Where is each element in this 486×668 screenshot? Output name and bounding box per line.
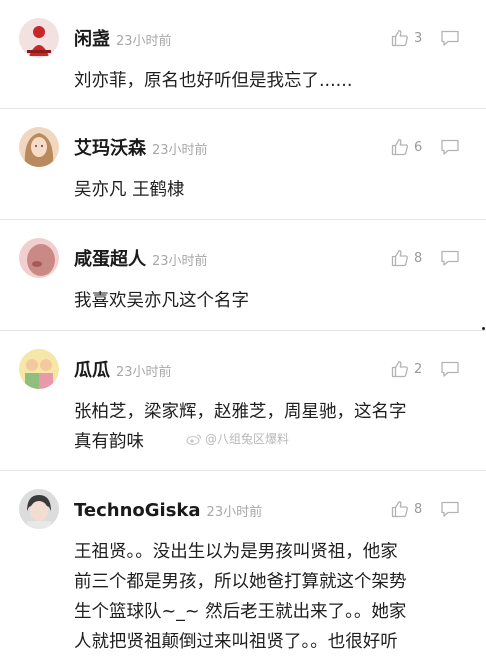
comment-text: 我喜欢吴亦凡这个名字: [74, 291, 249, 311]
comment-bubble-icon[interactable]: [440, 138, 460, 156]
like-count: 6: [414, 139, 423, 155]
watermark: @八组兔区爆料: [186, 430, 289, 447]
watermark-text: @八组兔区爆料: [205, 432, 290, 446]
username[interactable]: TechnoGiska: [74, 498, 201, 524]
comment-text: 吴亦凡 王鹤棣: [74, 180, 185, 200]
thumbs-up-icon[interactable]: [390, 359, 410, 379]
comment-text: 张柏芝，梁家辉，赵雅芝，周星驰，这名字 真有韵味: [74, 402, 407, 452]
comment-list: 闲盏 23小时前 3 刘亦菲，原名也好听但是我忘了...... 艾玛沃森 23小…: [0, 0, 486, 668]
comment-item: 瓜瓜 23小时前 2 张柏芝，梁家辉，赵雅芝，周星驰，这名字 真有韵味: [0, 331, 486, 471]
avatar-image: [19, 238, 59, 278]
timestamp: 23小时前: [116, 34, 172, 49]
avatar-image: [19, 349, 59, 389]
username[interactable]: 艾玛沃森: [74, 136, 146, 162]
avatar-image: [19, 127, 59, 167]
timestamp: 23小时前: [116, 365, 172, 380]
avatar[interactable]: [19, 18, 59, 58]
avatar[interactable]: [19, 489, 59, 529]
thumbs-up-icon[interactable]: [390, 137, 410, 157]
like-count: 2: [414, 361, 423, 377]
comment-text: 王祖贤。。没出生以为是男孩叫贤祖，他家 前三个都是男孩，所以她爸打算就这个架势 …: [74, 542, 407, 652]
like-count: 8: [414, 250, 423, 266]
thumbs-up-icon[interactable]: [390, 499, 410, 519]
thumbs-up-icon[interactable]: [390, 28, 410, 48]
comment-text: 刘亦菲，原名也好听但是我忘了......: [74, 71, 353, 91]
comment-bubble-icon[interactable]: [440, 500, 460, 518]
timestamp: 23小时前: [152, 254, 208, 269]
thumbs-up-icon[interactable]: [390, 248, 410, 268]
avatar-image: [19, 18, 59, 58]
comment-item: 艾玛沃森 23小时前 6 吴亦凡 王鹤棣: [0, 109, 486, 220]
username[interactable]: 瓜瓜: [74, 358, 110, 384]
timestamp: 23小时前: [206, 505, 263, 520]
comment-item: 闲盏 23小时前 3 刘亦菲，原名也好听但是我忘了......: [0, 0, 486, 109]
comment-bubble-icon[interactable]: [440, 360, 460, 378]
comment-bubble-icon[interactable]: [440, 29, 460, 47]
username[interactable]: 咸蛋超人: [74, 247, 146, 273]
username[interactable]: 闲盏: [74, 27, 110, 53]
avatar[interactable]: [19, 127, 59, 167]
comment-item: TechnoGiska 23小时前 8 王祖贤。。没出生以为是男孩叫贤祖，他家 …: [0, 471, 486, 668]
like-count: 3: [414, 30, 423, 46]
avatar[interactable]: [19, 349, 59, 389]
comment-item: 咸蛋超人 23小时前 8 我喜欢吴亦凡这个名字: [0, 220, 486, 331]
weibo-logo-icon: [186, 433, 202, 445]
avatar[interactable]: [19, 238, 59, 278]
scroll-indicator: [482, 327, 485, 330]
like-count: 8: [414, 501, 423, 517]
comment-bubble-icon[interactable]: [440, 249, 460, 267]
avatar-image: [19, 489, 59, 529]
timestamp: 23小时前: [152, 143, 208, 158]
